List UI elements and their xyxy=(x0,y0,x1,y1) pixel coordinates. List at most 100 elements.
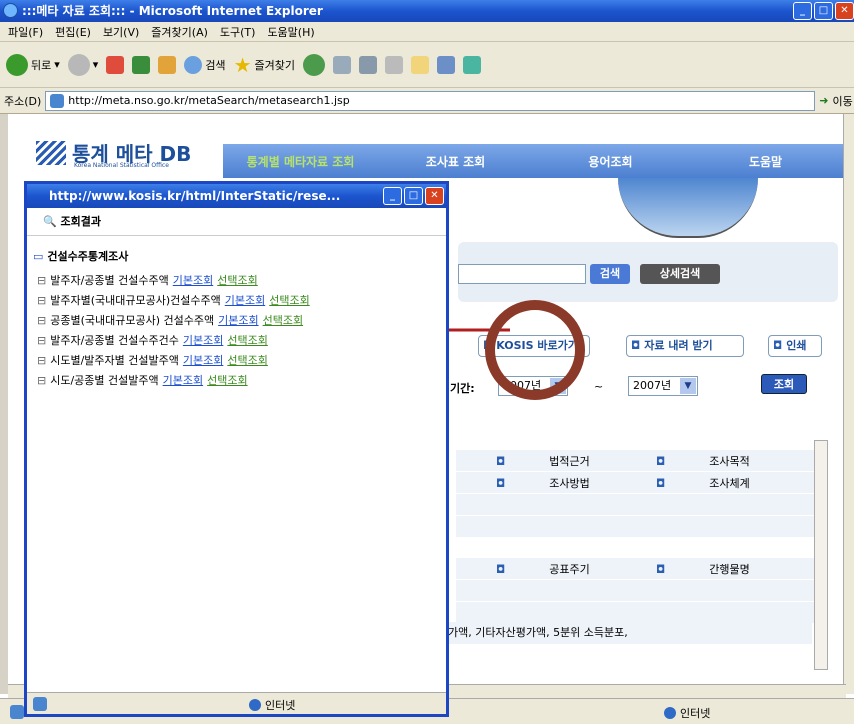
address-url: http://meta.nso.go.kr/metaSearch/metasea… xyxy=(68,94,350,107)
select-query-link[interactable]: 선택조회 xyxy=(263,312,303,328)
magnifier-icon: 🔍 xyxy=(43,215,57,228)
mail-icon[interactable] xyxy=(332,55,351,74)
period-label: 기간: xyxy=(450,382,475,395)
home-icon[interactable] xyxy=(158,55,177,74)
period-separator: ~ xyxy=(594,380,604,393)
maximize-button[interactable]: □ xyxy=(814,2,833,20)
basic-query-link[interactable]: 기본조회 xyxy=(218,312,258,328)
search-icon xyxy=(184,55,203,74)
toolbar: 뒤로 ▾ ▾ 검색 ★ 즐겨찾기 xyxy=(0,42,854,88)
main-nav: 통계별 메타자료 조회 조사표 조회 용어조회 도움말 xyxy=(223,144,843,178)
go-icon[interactable]: ➜ xyxy=(819,94,828,107)
site-logo[interactable]: 통계 메타 DB Korea National Statistical Offi… xyxy=(36,138,191,169)
star-icon: ★ xyxy=(233,52,252,77)
result-header: 🔍 조회결과 xyxy=(27,208,446,236)
document-icon: ⊟ xyxy=(37,353,47,367)
popup-maximize-button[interactable]: □ xyxy=(404,187,423,205)
popup-minimize-button[interactable]: _ xyxy=(383,187,402,205)
detail-search-button[interactable]: 상세검색 xyxy=(640,264,720,284)
favorites-button[interactable]: ★ 즐겨찾기 xyxy=(234,53,295,77)
annotation-circle xyxy=(485,300,585,400)
info-row xyxy=(456,580,818,602)
print-icon[interactable] xyxy=(358,55,377,74)
close-button[interactable]: ✕ xyxy=(835,2,854,20)
search-area: 검색 상세검색 xyxy=(458,242,838,302)
search-input[interactable] xyxy=(458,264,586,284)
popup-close-button[interactable]: ✕ xyxy=(425,187,444,205)
popup-zone-indicator: 인터넷 xyxy=(249,697,295,713)
info-row: ◘ 공표주기 ◘ 간행물명 xyxy=(456,558,818,580)
edit-icon[interactable] xyxy=(384,55,403,74)
window-title: :::메타 자료 조회::: - Microsoft Internet Expl… xyxy=(22,4,323,18)
basic-query-link[interactable]: 기본조회 xyxy=(173,272,213,288)
tree-item: ⊟ 시도별/발주자별 건설발주액 기본조회 선택조회 xyxy=(37,352,268,368)
forward-button[interactable]: ▾ xyxy=(67,53,98,76)
back-button[interactable]: 뒤로 ▾ xyxy=(6,53,60,76)
select-query-link[interactable]: 선택조회 xyxy=(227,332,267,348)
research-icon[interactable] xyxy=(436,55,455,74)
menu-view[interactable]: 보기(V) xyxy=(103,24,139,40)
folder-icon: ▭ xyxy=(33,249,44,263)
select-query-link[interactable]: 선택조회 xyxy=(217,272,257,288)
tree-item: ⊟ 발주자별(국내대규모공사)건설수주액 기본조회 선택조회 xyxy=(37,292,310,308)
document-icon: ⊟ xyxy=(37,373,47,387)
menu-file[interactable]: 파일(F) xyxy=(8,24,43,40)
page-icon xyxy=(10,704,24,719)
zone-indicator: 인터넷 xyxy=(664,705,710,721)
survey-info-table: ◘ 법적근거 ◘ 조사목적 ◘ 조사방법 ◘ 조사체계 ◘ 공표주기 ◘ 간행물명 xyxy=(456,450,818,624)
window-titlebar: :::메타 자료 조회::: - Microsoft Internet Expl… xyxy=(0,0,854,22)
print-button[interactable]: ◘ 인쇄 xyxy=(768,335,822,357)
tree-item: ⊟ 시도/공종별 건설발주액 기본조회 선택조회 xyxy=(37,372,248,388)
balloon-image xyxy=(618,178,758,238)
select-query-link[interactable]: 선택조회 xyxy=(269,292,309,308)
menu-favorites[interactable]: 즐겨찾기(A) xyxy=(151,24,208,40)
info-row xyxy=(456,494,818,516)
basic-query-link[interactable]: 기본조회 xyxy=(163,372,203,388)
info-row: ◘ 법적근거 ◘ 조사목적 xyxy=(456,450,818,472)
address-input[interactable]: http://meta.nso.go.kr/metaSearch/metasea… xyxy=(45,90,816,111)
menu-help[interactable]: 도움말(H) xyxy=(267,24,314,40)
select-query-link[interactable]: 선택조회 xyxy=(227,352,267,368)
nav-term-search[interactable]: 용어조회 xyxy=(533,153,688,170)
history-icon[interactable] xyxy=(302,53,325,76)
popup-status-bar: 인터넷 xyxy=(27,692,446,714)
refresh-icon[interactable] xyxy=(132,55,151,74)
nav-meta-search[interactable]: 통계별 메타자료 조회 xyxy=(223,153,378,170)
menu-tools[interactable]: 도구(T) xyxy=(220,24,256,40)
nav-help[interactable]: 도움말 xyxy=(688,153,843,170)
tree-root[interactable]: ▭ 건설수주통계조사 xyxy=(33,248,310,264)
tree-item: ⊟ 발주자/공종별 건설수주건수 기본조회 선택조회 xyxy=(37,332,268,348)
survey-item-text: 가액, 기타자산평가액, 5분위 소득분포, xyxy=(448,622,812,644)
basic-query-link[interactable]: 기본조회 xyxy=(183,332,223,348)
forward-icon xyxy=(67,53,90,76)
folder-icon[interactable] xyxy=(410,55,429,74)
chevron-down-icon: ▼ xyxy=(680,378,696,394)
document-icon: ⊟ xyxy=(37,333,47,347)
basic-query-link[interactable]: 기본조회 xyxy=(225,292,265,308)
page-vertical-scrollbar[interactable] xyxy=(843,114,854,694)
popup-window: http://www.kosis.kr/html/InterStatic/res… xyxy=(24,181,449,717)
minimize-button[interactable]: _ xyxy=(793,2,812,20)
menu-edit[interactable]: 편집(E) xyxy=(55,24,91,40)
period-to-select[interactable]: 2007년 ▼ xyxy=(628,376,698,396)
ie-icon xyxy=(3,3,18,18)
globe-icon xyxy=(249,699,261,711)
search-button[interactable]: 검색 xyxy=(184,55,226,74)
info-scrollbar[interactable] xyxy=(814,440,828,670)
download-button[interactable]: ◘ 자료 내려 받기 xyxy=(626,335,744,357)
stop-icon[interactable] xyxy=(106,55,125,74)
messenger-icon[interactable] xyxy=(462,55,481,74)
document-icon: ⊟ xyxy=(37,313,47,327)
go-button[interactable]: 이동 xyxy=(833,93,853,109)
basic-query-link[interactable]: 기본조회 xyxy=(183,352,223,368)
select-query-link[interactable]: 선택조회 xyxy=(207,372,247,388)
logo-icon xyxy=(36,140,66,165)
query-button[interactable]: 조회 xyxy=(761,374,807,394)
search-submit-button[interactable]: 검색 xyxy=(590,264,630,284)
page-icon xyxy=(33,696,47,711)
menu-bar: 파일(F) 편집(E) 보기(V) 즐겨찾기(A) 도구(T) 도움말(H) xyxy=(0,22,854,42)
nav-survey-form[interactable]: 조사표 조회 xyxy=(378,153,533,170)
document-icon: ⊟ xyxy=(37,273,47,287)
document-icon: ⊟ xyxy=(37,293,47,307)
tree-item: ⊟ 공종별(국내대규모공사) 건설수주액 기본조회 선택조회 xyxy=(37,312,304,328)
